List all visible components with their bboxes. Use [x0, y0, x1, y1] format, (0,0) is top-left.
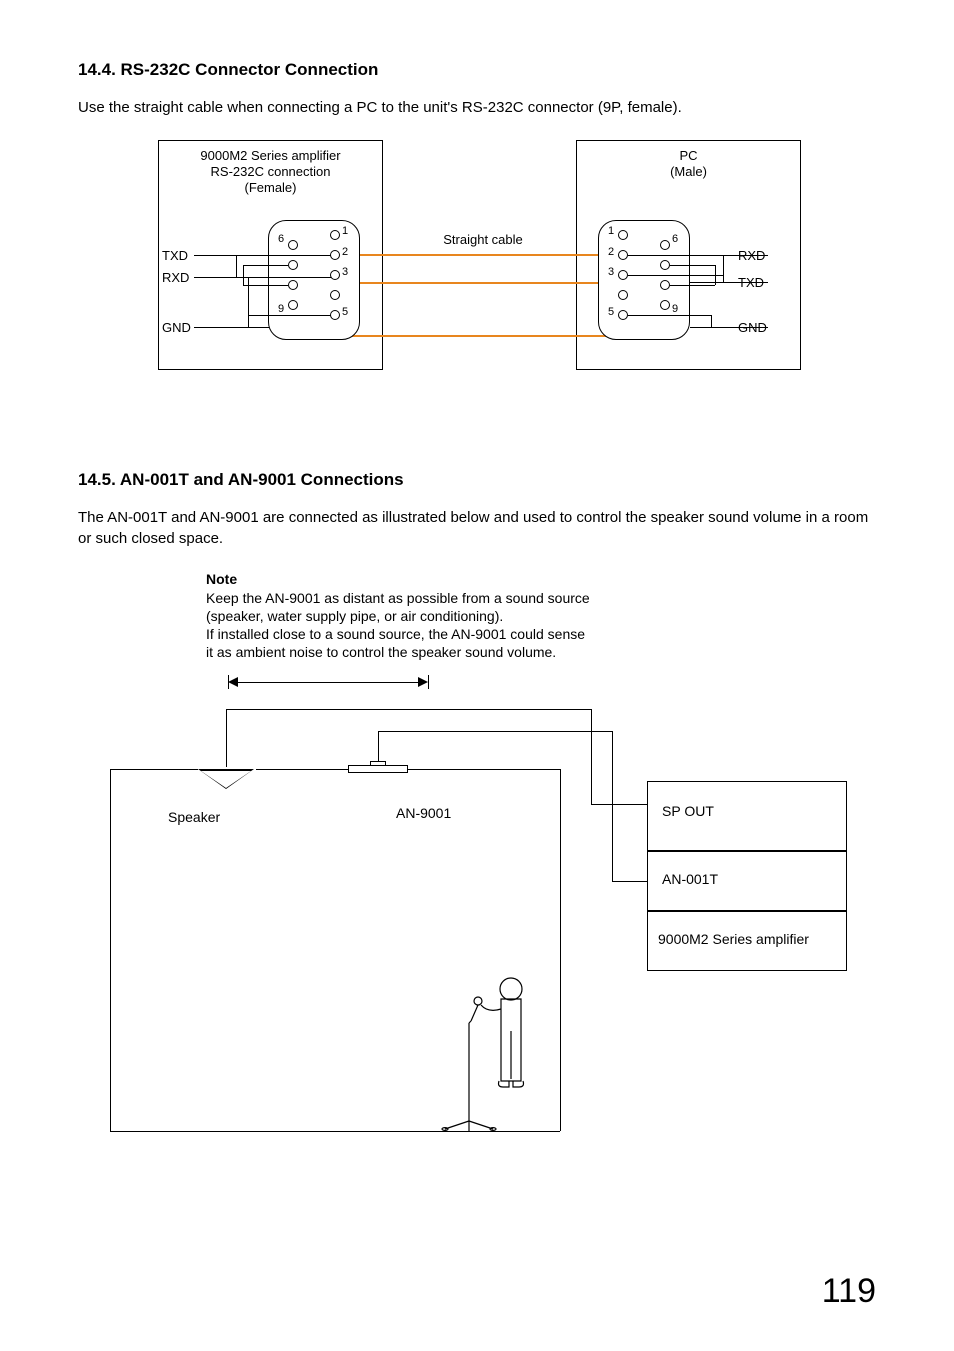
section-14-5-paragraph: The AN-001T and AN-9001 are connected as…: [78, 508, 876, 549]
left-gnd-label: GND: [162, 320, 191, 335]
an001t-label: AN-001T: [662, 871, 718, 887]
note-line4: it as ambient noise to control the speak…: [206, 643, 556, 662]
left-box-line3: (Female): [158, 180, 383, 195]
right-box-line2: (Male): [576, 164, 801, 179]
note-line1: Keep the AN-9001 as distant as possible …: [206, 589, 590, 608]
page-number: 119: [822, 1272, 876, 1311]
left-box-line1: 9000M2 Series amplifier: [158, 148, 383, 163]
left-rxd-label: RXD: [162, 270, 189, 285]
cable-label: Straight cable: [418, 232, 548, 247]
right-box-line1: PC: [576, 148, 801, 163]
sp-out-label: SP OUT: [662, 803, 714, 819]
rs232c-diagram: 9000M2 Series amplifier RS-232C connecti…: [78, 140, 876, 400]
left-box-line2: RS-232C connection: [158, 164, 383, 179]
section-14-5-heading: 14.5. AN-001T and AN-9001 Connections: [78, 470, 876, 490]
speaker-icon: [198, 769, 254, 789]
amplifier-label: 9000M2 Series amplifier: [658, 931, 809, 947]
an9001-label: AN-9001: [396, 805, 451, 821]
section-14-4-heading: 14.4. RS-232C Connector Connection: [78, 60, 876, 80]
left-txd-label: TXD: [162, 248, 188, 263]
note-line2: (speaker, water supply pipe, or air cond…: [206, 607, 503, 626]
singer-icon: [433, 971, 553, 1136]
an9001-sensor-icon: [348, 761, 408, 773]
note-title: Note: [206, 571, 237, 587]
section-14-4-paragraph: Use the straight cable when connecting a…: [78, 98, 876, 118]
note-line3: If installed close to a sound source, th…: [206, 625, 585, 644]
speaker-label: Speaker: [168, 809, 220, 825]
an001t-an9001-diagram: Note Keep the AN-9001 as distant as poss…: [78, 571, 876, 1141]
